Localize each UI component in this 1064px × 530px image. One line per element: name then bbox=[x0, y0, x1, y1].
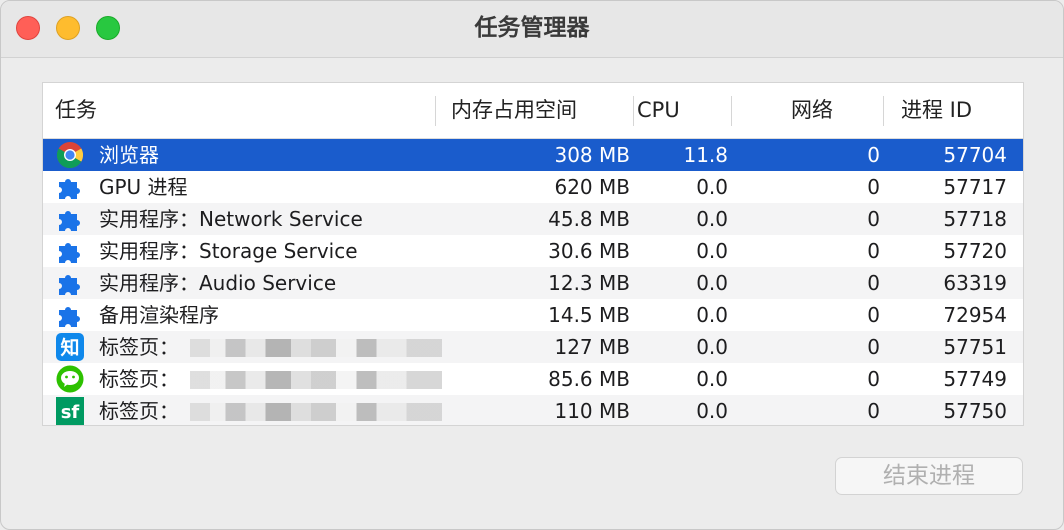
task-name: GPU 进程 bbox=[99, 175, 188, 199]
cpu-value: 11.8 bbox=[683, 143, 728, 167]
column-header-task[interactable]: 任务 bbox=[55, 83, 97, 138]
table-row[interactable]: 实用程序：Storage Service 30.6 MB 0.0 0 57720 bbox=[43, 235, 1023, 267]
memory-value: 30.6 MB bbox=[548, 239, 630, 263]
task-name: 标签页： bbox=[99, 367, 179, 391]
task-manager-window: 任务管理器 任务 内存占用空间 CPU 网络 进程 ID 浏览器 308 MB … bbox=[0, 0, 1064, 530]
table-row[interactable]: 实用程序：Network Service 45.8 MB 0.0 0 57718 bbox=[43, 203, 1023, 235]
table-row[interactable]: 实用程序：Audio Service 12.3 MB 0.0 0 63319 bbox=[43, 267, 1023, 299]
column-divider[interactable] bbox=[435, 96, 436, 126]
network-value: 0 bbox=[867, 143, 880, 167]
table-row[interactable]: 标签页： 85.6 MB 0.0 0 57749 bbox=[43, 363, 1023, 395]
puzzle-icon bbox=[55, 205, 85, 233]
column-header-memory[interactable]: 内存占用空间 bbox=[451, 83, 577, 138]
puzzle-icon bbox=[55, 173, 85, 201]
cpu-value: 0.0 bbox=[696, 367, 728, 391]
segmentfault-icon: sf bbox=[55, 397, 85, 425]
cpu-value: 0.0 bbox=[696, 175, 728, 199]
pid-value: 57751 bbox=[943, 335, 1007, 359]
network-value: 0 bbox=[867, 271, 880, 295]
memory-value: 14.5 MB bbox=[548, 303, 630, 327]
cpu-value: 0.0 bbox=[696, 239, 728, 263]
pid-value: 57717 bbox=[943, 175, 1007, 199]
table-row[interactable]: 备用渲染程序 14.5 MB 0.0 0 72954 bbox=[43, 299, 1023, 331]
svg-text:知: 知 bbox=[60, 336, 79, 359]
process-table: 任务 内存占用空间 CPU 网络 进程 ID 浏览器 308 MB 11.8 0… bbox=[42, 82, 1024, 426]
puzzle-icon bbox=[55, 237, 85, 265]
column-header-cpu[interactable]: CPU bbox=[637, 83, 680, 138]
memory-value: 127 MB bbox=[554, 335, 630, 359]
cpu-value: 0.0 bbox=[696, 207, 728, 231]
column-divider[interactable] bbox=[731, 96, 732, 126]
table-row[interactable]: 浏览器 308 MB 11.8 0 57704 bbox=[43, 139, 1023, 171]
table-row[interactable]: 知 标签页： 127 MB 0.0 0 57751 bbox=[43, 331, 1023, 363]
table-row[interactable]: sf 标签页： 110 MB 0.0 0 57750 bbox=[43, 395, 1023, 425]
cpu-value: 0.0 bbox=[696, 271, 728, 295]
wechat-icon bbox=[55, 365, 85, 393]
column-divider[interactable] bbox=[633, 96, 634, 126]
cpu-value: 0.0 bbox=[696, 399, 728, 423]
pid-value: 57749 bbox=[943, 367, 1007, 391]
column-divider[interactable] bbox=[883, 96, 884, 126]
pid-value: 57718 bbox=[943, 207, 1007, 231]
chrome-icon bbox=[55, 141, 85, 169]
task-name: 实用程序：Storage Service bbox=[99, 239, 358, 263]
title-bar: 任务管理器 bbox=[1, 1, 1063, 58]
memory-value: 45.8 MB bbox=[548, 207, 630, 231]
memory-value: 308 MB bbox=[554, 143, 630, 167]
zhihu-icon: 知 bbox=[55, 333, 85, 361]
cpu-value: 0.0 bbox=[696, 335, 728, 359]
redacted-tab-title bbox=[190, 339, 442, 357]
memory-value: 85.6 MB bbox=[548, 367, 630, 391]
end-process-button[interactable]: 结束进程 bbox=[835, 457, 1023, 495]
pid-value: 57750 bbox=[943, 399, 1007, 423]
pid-value: 63319 bbox=[943, 271, 1007, 295]
puzzle-icon bbox=[55, 269, 85, 297]
network-value: 0 bbox=[867, 399, 880, 423]
cpu-value: 0.0 bbox=[696, 303, 728, 327]
pid-value: 57704 bbox=[943, 143, 1007, 167]
table-row[interactable]: GPU 进程 620 MB 0.0 0 57717 bbox=[43, 171, 1023, 203]
network-value: 0 bbox=[867, 175, 880, 199]
redacted-tab-title bbox=[190, 403, 442, 421]
svg-text:sf: sf bbox=[61, 402, 80, 423]
network-value: 0 bbox=[867, 367, 880, 391]
pid-value: 57720 bbox=[943, 239, 1007, 263]
network-value: 0 bbox=[867, 303, 880, 327]
column-header-pid[interactable]: 进程 ID bbox=[901, 83, 972, 138]
process-rows: 浏览器 308 MB 11.8 0 57704 GPU 进程 620 MB 0.… bbox=[43, 139, 1023, 425]
pid-value: 72954 bbox=[943, 303, 1007, 327]
memory-value: 12.3 MB bbox=[548, 271, 630, 295]
task-name: 实用程序：Network Service bbox=[99, 207, 363, 231]
network-value: 0 bbox=[867, 207, 880, 231]
memory-value: 110 MB bbox=[554, 399, 630, 423]
task-name: 标签页： bbox=[99, 335, 179, 359]
window-title: 任务管理器 bbox=[474, 15, 590, 41]
table-header: 任务 内存占用空间 CPU 网络 进程 ID bbox=[43, 83, 1023, 139]
memory-value: 620 MB bbox=[554, 175, 630, 199]
task-name: 备用渲染程序 bbox=[99, 303, 219, 327]
task-name: 浏览器 bbox=[99, 143, 159, 167]
task-name: 标签页： bbox=[99, 399, 179, 423]
puzzle-icon bbox=[55, 301, 85, 329]
redacted-tab-title bbox=[190, 371, 442, 389]
column-header-network[interactable]: 网络 bbox=[791, 83, 833, 138]
network-value: 0 bbox=[867, 239, 880, 263]
task-name: 实用程序：Audio Service bbox=[99, 271, 337, 295]
network-value: 0 bbox=[867, 335, 880, 359]
